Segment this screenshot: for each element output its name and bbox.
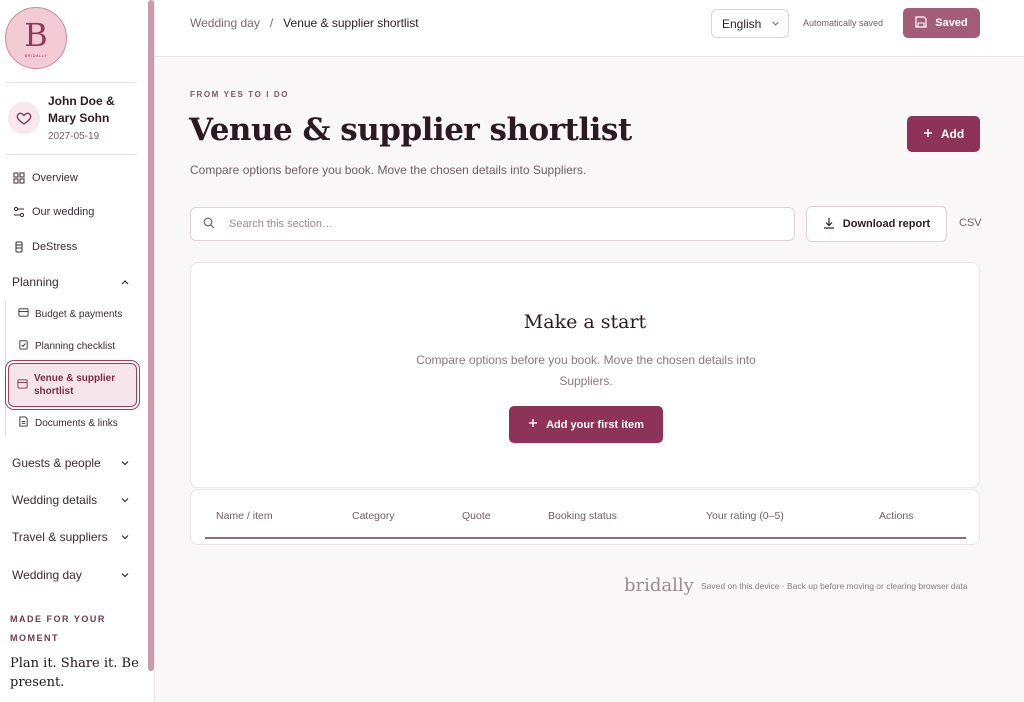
sidebar: B BRIDALLY John Doe & Mary Sohn 2027-05-… [0,0,155,702]
save-icon [915,15,927,31]
empty-state-title: Make a start [523,311,647,333]
column-header-rating[interactable]: Your rating (0–5) [706,510,784,522]
grid-icon [12,171,26,185]
chevron-down-icon [120,532,130,542]
search-icon [203,217,215,232]
sub-nav-shortlist[interactable]: Venue & supplier shortlist [8,363,137,407]
shortlist-table: Name / item Category Quote Booking statu… [190,489,980,545]
sub-nav-checklist[interactable]: Planning checklist [18,339,115,353]
column-header-quote[interactable]: Quote [462,510,491,522]
chevron-down-icon [771,17,780,31]
chevron-up-icon [120,277,130,287]
made-for-label: MADE FOR YOUR MOMENT [10,614,106,643]
nav-group-planning[interactable]: Planning [12,273,130,291]
autosave-status: Automatically saved [803,18,884,28]
page-title: Venue & supplier shortlist [189,112,632,148]
page-eyebrow: FROM YES TO I DO [190,90,290,99]
page-subtitle: Compare options before you book. Move th… [190,163,587,177]
nav-guests-label: Guests & people [12,456,101,470]
couple-names: John Doe & Mary Sohn [48,94,115,125]
nav-group-day[interactable]: Wedding day [12,566,130,584]
download-label: Download report [842,218,931,230]
nav-overview[interactable]: Overview [12,169,78,187]
sliders-icon [12,205,26,219]
tagline: Plan it. Share it. Be present. [10,656,139,690]
topbar: Wedding day / Venue & supplier shortlist… [155,0,1024,57]
document-icon [18,416,29,430]
clipboard-check-icon [18,339,29,353]
sub-nav-budget-label: Budget & payments [35,308,123,320]
add-button[interactable]: Add [907,116,980,152]
csv-link[interactable]: CSV [959,217,982,229]
plus-icon [528,418,538,431]
empty-state-card: Make a start Compare options before you … [190,262,980,488]
lotus-icon [12,240,26,254]
search-placeholder: Search this section… [229,218,333,230]
nav-day-label: Wedding day [12,568,82,582]
download-icon [823,217,835,232]
footer-brand: bridally [624,575,694,596]
download-report-button[interactable]: Download report [806,206,947,242]
add-label: Add [940,127,965,141]
wedding-date: 2027-05-19 [48,131,100,142]
logo-subtext: BRIDALLY [24,52,48,58]
table-header-divider [205,537,966,539]
saved-label: Saved [935,17,968,29]
nav-our-wedding-label: Our wedding [32,206,95,218]
footer-note: Saved on this device · Back up before mo… [701,581,968,591]
nav-planning-label: Planning [12,275,59,289]
column-header-name[interactable]: Name / item [216,510,273,522]
nav-group-guests[interactable]: Guests & people [12,454,130,472]
nav-group-travel[interactable]: Travel & suppliers [12,528,130,546]
nav-overview-label: Overview [32,172,78,184]
breadcrumb: Wedding day / Venue & supplier shortlist [190,16,419,30]
submenu-rail [5,301,6,436]
column-header-booking-status[interactable]: Booking status [548,510,617,522]
sub-nav-checklist-label: Planning checklist [35,340,116,352]
breadcrumb-parent[interactable]: Wedding day [190,16,260,30]
chevron-down-icon [120,495,130,505]
sub-nav-shortlist-label: Venue & supplier shortlist [34,373,116,397]
nav-our-wedding[interactable]: Our wedding [12,203,94,221]
logo-letter: B [24,15,48,54]
nav-details-label: Wedding details [12,493,98,507]
nav-travel-label: Travel & suppliers [12,530,108,544]
column-header-category[interactable]: Category [352,510,395,522]
nav-destress-label: DeStress [32,241,78,253]
nav-destress[interactable]: DeStress [12,238,77,256]
language-select[interactable]: English [711,9,789,38]
sub-nav-budget[interactable]: Budget & payments [18,307,122,321]
nav-group-details[interactable]: Wedding details [12,491,130,509]
chevron-down-icon [120,458,130,468]
breadcrumb-separator: / [269,16,274,30]
language-value: English [722,16,762,31]
heart-icon [8,102,40,134]
wallet-icon [18,307,29,321]
sub-nav-documents[interactable]: Documents & links [18,416,118,430]
empty-state-description: Compare options before you book. Move th… [416,353,756,388]
chevron-down-icon [120,570,130,580]
add-first-item-label: Add your first item [546,418,644,431]
add-first-item-button[interactable]: Add your first item [509,406,663,443]
sub-nav-documents-label: Documents & links [35,417,118,429]
breadcrumb-current: Venue & supplier shortlist [283,16,419,30]
divider [5,154,137,155]
saved-button[interactable]: Saved [903,8,980,38]
divider [5,82,137,83]
plus-icon [923,127,933,141]
brand-logo[interactable]: B BRIDALLY [5,7,67,69]
column-header-actions: Actions [879,510,914,522]
search-input[interactable]: Search this section… [190,207,795,241]
calendar-icon [17,378,28,392]
sidebar-scrollbar[interactable] [148,0,154,671]
